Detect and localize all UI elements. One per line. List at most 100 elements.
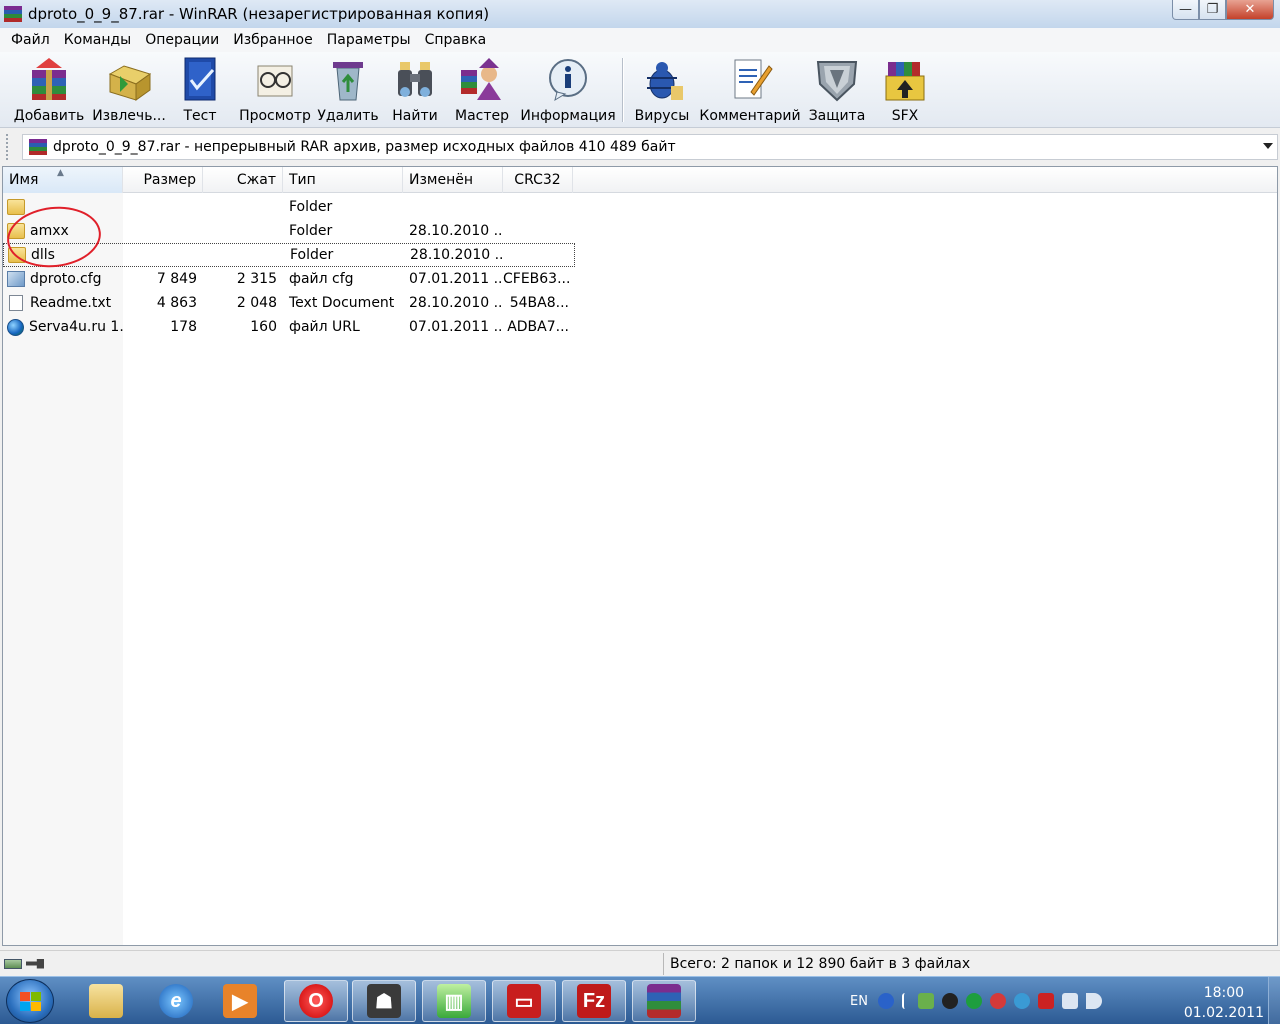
filezilla-icon: Fz [577,984,611,1018]
taskbar-media-player[interactable]: ▶ [208,980,272,1022]
column-name-label: Имя [9,172,39,188]
file-type: Folder [289,199,333,215]
virus-scan-button[interactable]: Вирусы [632,56,692,124]
sfx-icon [882,56,928,102]
show-hidden-icons-chevron[interactable] [901,993,910,1009]
taskbar-counter-strike[interactable]: ☗ [352,980,416,1022]
protect-button[interactable]: Защита [808,56,866,124]
menu-help[interactable]: Справка [418,32,494,48]
column-name[interactable]: Имя ▲ [3,167,123,193]
column-modified[interactable]: Изменён [403,167,503,193]
file-type: Folder [290,247,334,263]
menu-bar: Файл Команды Операции Избранное Параметр… [0,28,1280,52]
extract-label: Извлечь... [92,108,166,124]
view-button[interactable]: Просмотр [238,56,312,124]
key-icon[interactable] [26,958,44,969]
test-check-icon [177,56,223,102]
chevron-down-icon[interactable] [1263,143,1273,149]
folder-up-icon [7,199,25,215]
info-button[interactable]: Информация [520,56,616,124]
language-indicator[interactable]: EN [850,994,868,1009]
address-grip[interactable] [6,134,12,160]
menu-commands[interactable]: Команды [57,32,139,48]
cfg-file-icon [7,271,25,287]
clock[interactable]: 18:00 01.02.2011 [1184,983,1264,1023]
taskbar-internet-explorer[interactable]: e [144,980,208,1022]
clock-time: 18:00 [1203,985,1245,1001]
file-packed: 160 [250,319,277,335]
menu-favorites[interactable]: Избранное [226,32,320,48]
delete-label: Удалить [317,108,379,124]
taskbar-winrar[interactable] [632,980,696,1022]
file-name: dproto.cfg [30,271,102,287]
taskbar-opera[interactable]: O [284,980,348,1022]
comment-label: Комментарий [699,108,801,124]
menu-options[interactable]: Параметры [320,32,418,48]
rar-archive-icon [29,139,47,155]
file-row-readme[interactable]: Readme.txt 4 863 2 048 Text Document 28.… [3,291,575,315]
archive-path-field[interactable]: dproto_0_9_87.rar - непрерывный RAR архи… [22,134,1278,160]
green-app-icon: ▥ [437,984,471,1018]
tray-red-icon[interactable] [989,993,1006,1009]
volume-icon[interactable] [1085,993,1102,1009]
column-type[interactable]: Тип [283,167,403,193]
taskbar-filezilla[interactable]: Fz [562,980,626,1022]
start-button[interactable] [6,979,54,1023]
sfx-button[interactable]: SFX [880,56,930,124]
archive-path-text: dproto_0_9_87.rar - непрерывный RAR архи… [53,139,676,155]
wizard-icon [459,56,505,102]
counter-strike-icon: ☗ [367,984,401,1018]
wizard-button[interactable]: Мастер [452,56,512,124]
tray-search-icon[interactable] [1013,993,1030,1009]
taskbar: e ▶ O ☗ ▥ ▭ Fz EN 18:00 01.02.2011 [0,976,1280,1024]
toolbar-separator [622,58,624,122]
show-desktop-button[interactable] [1268,977,1280,1024]
help-icon[interactable] [877,993,894,1009]
clock-date: 01.02.2011 [1183,1005,1264,1021]
file-size: 7 849 [156,271,197,287]
file-row-serva4u[interactable]: Serva4u.ru 1... 178 160 файл URL 07.01.2… [3,315,575,339]
drive-icon[interactable] [4,958,22,969]
taskbar-green-app[interactable]: ▥ [422,980,486,1022]
title-bar: dproto_0_9_87.rar - WinRAR (незарегистри… [0,0,1280,28]
menu-file[interactable]: Файл [4,32,57,48]
folder-icon [89,984,123,1018]
monitor-icon: ▭ [507,984,541,1018]
delete-button[interactable]: Удалить [317,56,379,124]
view-glasses-icon [252,56,298,102]
steam-icon[interactable] [941,993,958,1009]
test-button[interactable]: Тест [170,56,230,124]
text-file-icon [9,295,23,311]
comment-button[interactable]: Комментарий [699,56,801,124]
minimize-button[interactable]: — [1172,0,1199,20]
tray-app-icon[interactable] [917,993,934,1009]
action-center-flag-icon[interactable] [1037,993,1054,1009]
address-bar: dproto_0_9_87.rar - непрерывный RAR архи… [0,130,1280,164]
taskbar-remote-desktop[interactable]: ▭ [492,980,556,1022]
protect-label: Защита [808,108,866,124]
column-packed[interactable]: Сжат [203,167,283,193]
add-books-icon [26,56,72,102]
internet-explorer-icon: e [159,984,193,1018]
status-icons [0,952,664,975]
maximize-button[interactable]: ❐ [1199,0,1226,20]
tray-green-icon[interactable] [965,993,982,1009]
find-button[interactable]: Найти [390,56,440,124]
column-size[interactable]: Размер [123,167,203,193]
file-list[interactable]: Имя ▲ Размер Сжат Тип Изменён CRC32 Fold… [2,166,1278,946]
add-button[interactable]: Добавить [14,56,84,124]
extract-button[interactable]: Извлечь... [92,56,166,124]
delete-recycle-icon [325,56,371,102]
network-icon[interactable] [1061,993,1078,1009]
menu-operations[interactable]: Операции [138,32,226,48]
close-button[interactable]: ✕ [1226,0,1274,20]
find-binoculars-icon [392,56,438,102]
winrar-app-icon[interactable] [4,5,22,23]
test-label: Тест [183,108,217,124]
comment-icon [727,56,773,102]
file-type: Text Document [289,295,395,311]
taskbar-explorer[interactable] [74,980,138,1022]
file-row-dproto-cfg[interactable]: dproto.cfg 7 849 2 315 файл cfg 07.01.20… [3,267,575,291]
column-crc32[interactable]: CRC32 [503,167,573,193]
status-summary: Всего: 2 папок и 12 890 байт в 3 файлах [670,955,971,972]
